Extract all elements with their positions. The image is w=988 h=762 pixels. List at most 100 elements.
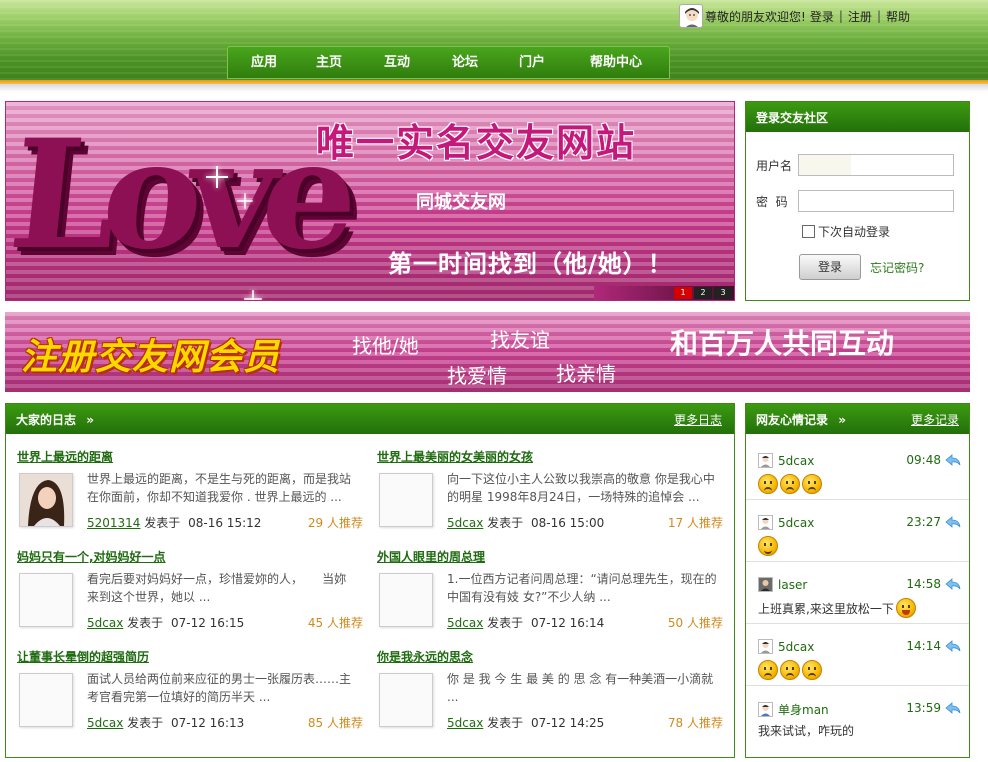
reply-icon[interactable] [945,454,961,466]
remember-me[interactable]: 下次自动登录 [802,223,890,240]
reply-icon[interactable] [945,516,961,528]
diary-entry-date: 08-16 15:00 [530,516,605,530]
diary-entry-excerpt: 面试人员给两位前来应征的男士一张履历表……主考官看完第一位填好的简历半天 ... [87,672,352,704]
register-keyword: 找他/她 [352,334,419,358]
diary-entry-author[interactable]: 5dcax [87,716,123,730]
diary-entry-meta: 5dcax 发表于 07-12 16:13 85 人推荐 [87,714,363,731]
nav-item-apps[interactable]: 应用 [232,46,296,79]
diary-entry: 你是我永远的思念 你 是 我 今 生 最 美 的 思 念 有一种美酒一小滴就 .… [377,648,727,748]
diary-entry-date: 07-12 16:15 [170,616,245,630]
slide-button-3[interactable]: 3 [714,287,732,299]
login-button[interactable]: 登录 [799,254,861,280]
diary-entry-title[interactable]: 世界上最美丽的女美丽的女孩 [377,448,533,465]
top-register-link[interactable]: 注册 [848,8,872,25]
mood-username[interactable]: 5dcax [778,640,814,654]
mood-time-text: 14:14 [906,639,941,653]
reply-icon[interactable] [945,702,961,714]
diary-entry-thumbnail[interactable] [19,573,73,627]
remember-me-checkbox[interactable] [802,225,815,238]
password-input[interactable] [798,190,954,212]
site-header: 尊敬的朋友欢迎您! 登录 | 注册 | 帮助 应用 主页 互动 论坛 门户 帮助… [0,0,988,84]
diary-entry-title[interactable]: 让董事长晕倒的超强简历 [17,648,149,665]
top-help-link[interactable]: 帮助 [886,8,910,25]
mood-item: 5dcax 23:27 [746,500,969,562]
diary-entry-title[interactable]: 世界上最远的距离 [17,448,113,465]
diary-panel-title[interactable]: 大家的日志 [16,413,76,427]
slide-button-1[interactable]: 1 [674,287,692,299]
register-banner[interactable]: 注册交友网会员 找他/她 找友谊 找爱情 找亲情 和百万人共同互动 [5,312,970,392]
diary-entry-thumbnail[interactable] [19,673,73,727]
diary-entry-thumbnail[interactable] [379,573,433,627]
sparkle-icon [244,290,262,300]
username-input[interactable] [798,154,954,176]
mood-item: 单身man 13:59 我来试试，咋玩的 [746,686,969,748]
diary-entry-title[interactable]: 你是我永远的思念 [377,648,473,665]
reply-icon[interactable] [945,578,961,590]
user-avatar-icon [758,702,773,717]
nav-item-home[interactable]: 主页 [296,46,362,79]
diary-entry-excerpt: 看完后要对妈妈好一点，珍惜爱妳的人， 当妳来到这个世界，她以 ... [87,572,347,604]
diary-entry-title[interactable]: 外国人眼里的周总理 [377,548,485,565]
diary-entry-title[interactable]: 妈妈只有一个,对妈妈好一点 [17,548,166,565]
mood-username[interactable]: 5dcax [778,516,814,530]
diary-entry-excerpt: 1.一位西方记者问周总理：“请问总理先生，现在的中国有没有妓 女?”不少人纳 .… [447,572,717,604]
mood-content: 我来试试，咋玩的 [758,722,854,739]
mood-panel-title[interactable]: 网友心情记录 [756,413,828,427]
diary-entry-date: 07-12 16:14 [530,616,605,630]
header-shadow [0,84,988,92]
diary-entry-recommend-count: 29 人推荐 [307,516,363,530]
mood-username[interactable]: laser [778,578,807,592]
diary-entry-posted: 发表于 [487,516,524,530]
forgot-password-link[interactable]: 忘记密码? [870,259,924,276]
top-login-link[interactable]: 登录 [810,8,834,25]
diary-entry-author[interactable]: 5dcax [447,616,483,630]
mood-text: 我来试试，咋玩的 [758,724,855,738]
diary-entry-date: 07-12 14:25 [530,716,605,730]
reply-icon[interactable] [945,640,961,652]
mood-user[interactable]: laser [758,577,807,592]
mood-panel: 网友心情记录 » 更多记录 5dcax 09:48 5dcax 23:27 la… [745,403,970,758]
mood-username[interactable]: 5dcax [778,454,814,468]
diary-entry-thumbnail[interactable] [19,473,73,527]
top-separator: | [876,9,881,23]
diary-entry-author[interactable]: 5201314 [87,516,140,530]
mood-user[interactable]: 5dcax [758,639,814,654]
sad-face-icon [802,474,822,494]
user-avatar-icon [758,515,773,530]
diary-entry-author[interactable]: 5dcax [87,616,123,630]
diary-entry-meta: 5dcax 发表于 07-12 16:15 45 人推荐 [87,614,363,631]
diary-entry-date: 08-16 15:12 [188,516,262,530]
nav-item-portal[interactable]: 门户 [498,46,566,79]
nav-item-interact[interactable]: 互动 [362,46,432,79]
diary-entry-author[interactable]: 5dcax [447,516,483,530]
main-banner[interactable]: Love 唯一实名交友网站 同城交友网 第一时间找到（他/她）！ 1 2 3 [5,101,735,301]
nav-item-forum[interactable]: 论坛 [432,46,498,79]
username-row: 用户名 [756,154,954,176]
mood-item: laser 14:58 上班真累,来这里放松一下 [746,562,969,624]
diary-entry-posted: 发表于 [487,716,524,730]
mood-user[interactable]: 5dcax [758,515,814,530]
mood-content [758,660,824,680]
mood-content [758,474,824,494]
diary-entry-recommend-count: 78 人推荐 [667,716,723,730]
mood-arrow-icon: » [838,412,846,427]
mood-user[interactable]: 5dcax [758,453,814,468]
mood-time-text: 14:58 [906,577,941,591]
diary-entry-thumbnail[interactable] [379,673,433,727]
top-user-bar: 尊敬的朋友欢迎您! 登录 | 注册 | 帮助 [679,4,910,28]
more-mood-link[interactable]: 更多记录 [911,411,959,428]
diary-entry-posted: 发表于 [127,616,164,630]
diary-panel: 大家的日志 » 更多日志 世界上最远的距离 世界上最远的距离，不是生与死的距离，… [5,403,735,758]
grin-face-icon [895,598,916,618]
more-diary-link[interactable]: 更多日志 [674,411,722,428]
banner-slogan: 第一时间找到（他/她）！ [388,250,673,278]
mood-username[interactable]: 单身man [778,701,829,718]
slide-button-2[interactable]: 2 [694,287,712,299]
cry-face-icon [758,660,778,680]
nav-item-help-center[interactable]: 帮助中心 [566,46,666,79]
diary-entry-recommend-count: 85 人推荐 [307,716,363,730]
mood-user[interactable]: 单身man [758,701,829,718]
diary-entry-date: 07-12 16:13 [170,716,245,730]
diary-entry-author[interactable]: 5dcax [447,716,483,730]
diary-entry-thumbnail[interactable] [379,473,433,527]
